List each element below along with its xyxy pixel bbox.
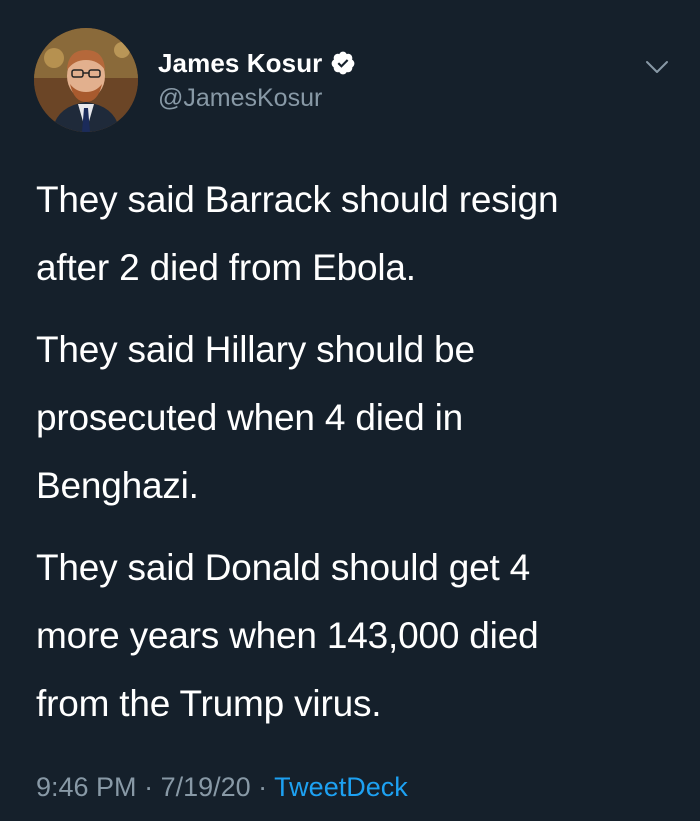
meta-separator: ·: [250, 772, 275, 802]
tweet-source-link[interactable]: TweetDeck: [274, 772, 408, 802]
tweet-paragraph: They said Hillary should be prosecuted w…: [36, 329, 475, 506]
tweet-header: James Kosur @JamesKosur: [34, 28, 674, 138]
chevron-down-icon[interactable]: [640, 50, 674, 84]
tweet-card: James Kosur @JamesKosur They said Barrac…: [0, 0, 700, 821]
tweet-metadata: 9:46 PM · 7/19/20 · TweetDeck: [36, 772, 408, 803]
meta-separator: ·: [136, 772, 161, 802]
verified-badge-icon: [332, 51, 355, 75]
user-handle[interactable]: @JamesKosur: [158, 84, 322, 113]
tweet-time[interactable]: 9:46 PM: [36, 772, 137, 802]
avatar-image: [34, 28, 138, 132]
tweet-text: They said Barrack should resign after 2 …: [36, 166, 676, 738]
tweet-paragraph: They said Donald should get 4 more years…: [36, 547, 539, 724]
avatar[interactable]: [34, 28, 138, 132]
name-row: James Kosur: [158, 46, 356, 80]
tweet-date[interactable]: 7/19/20: [161, 772, 251, 802]
tweet-paragraph: They said Barrack should resign after 2 …: [36, 179, 559, 288]
display-name[interactable]: James Kosur: [158, 48, 322, 79]
